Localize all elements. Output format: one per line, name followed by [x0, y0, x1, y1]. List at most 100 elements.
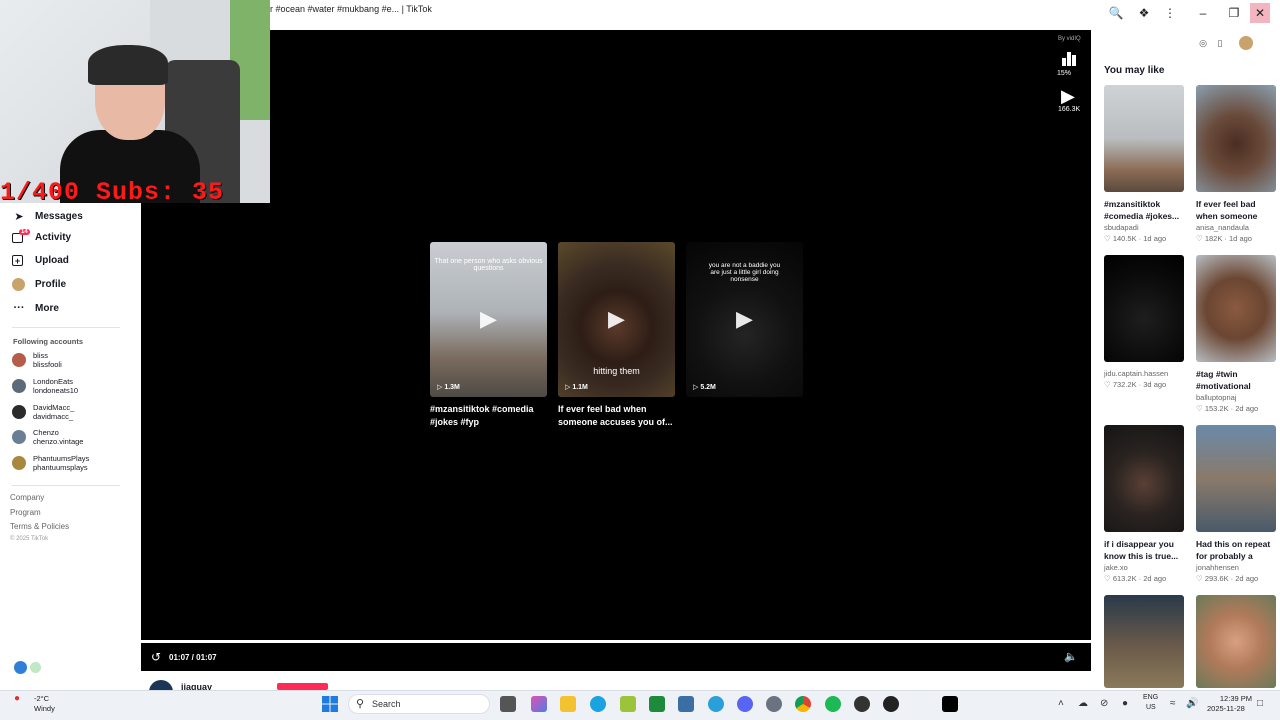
- nav-profile[interactable]: Profile: [12, 278, 66, 291]
- footer-link-company[interactable]: Company: [10, 493, 44, 502]
- notification-icon[interactable]: □: [1257, 698, 1263, 709]
- kebab-menu-icon[interactable]: ⋮: [1160, 3, 1180, 23]
- recommended-video[interactable]: if i disappear you know this is true... …: [1104, 425, 1184, 583]
- obs-icon[interactable]: [854, 696, 870, 712]
- video-title[interactable]: Had this on repeat for probably a wee...: [1196, 538, 1276, 562]
- restore-icon[interactable]: ❐: [1224, 3, 1244, 23]
- account-handle: chenzo.vintage: [33, 437, 84, 446]
- video-user[interactable]: sbudapadi: [1104, 223, 1184, 232]
- footer-link-program[interactable]: Program: [10, 508, 41, 517]
- extension-icon[interactable]: [30, 662, 41, 673]
- extension-icon[interactable]: [14, 661, 27, 674]
- input-region[interactable]: US: [1146, 704, 1156, 711]
- video-thumbnail[interactable]: [1196, 255, 1276, 362]
- nav-more[interactable]: ··· More: [12, 301, 59, 315]
- video-thumbnail[interactable]: [1196, 85, 1276, 192]
- file-explorer-icon[interactable]: [560, 696, 576, 712]
- input-language[interactable]: ENG: [1143, 694, 1158, 701]
- recommended-video[interactable]: #mzansitiktok #comedia #jokes... sbudapa…: [1104, 85, 1184, 243]
- recommended-video[interactable]: If ever feel bad when someone accuses...…: [1196, 85, 1276, 243]
- video-title[interactable]: #tag #twin #motivational: [1196, 368, 1276, 392]
- following-account[interactable]: LondonEats londoneats10: [12, 377, 78, 395]
- video-thumbnail[interactable]: [1104, 85, 1184, 192]
- settings-gear-icon[interactable]: [766, 696, 782, 712]
- tiktok-icon[interactable]: [942, 696, 958, 712]
- wifi-icon[interactable]: ≈: [1170, 698, 1176, 709]
- bar-chart-icon[interactable]: [1061, 50, 1077, 66]
- telegram-icon[interactable]: [708, 696, 724, 712]
- following-account[interactable]: bliss blissfooli: [12, 351, 62, 369]
- video-user[interactable]: anisa_nandaula: [1196, 223, 1276, 232]
- recommended-video[interactable]: jidu.captain.hassen ♡ 732.2K · 3d ago: [1104, 255, 1184, 389]
- engagement-percent: 15%: [1057, 70, 1072, 77]
- speaker-icon[interactable]: 🔊: [1186, 698, 1198, 709]
- weather-icon[interactable]: ●: [14, 693, 20, 704]
- following-account[interactable]: Chenzo chenzo.vintage: [12, 428, 83, 446]
- search-icon: ⚲: [356, 698, 365, 710]
- video-meta: ♡ 140.5K · 1d ago: [1104, 234, 1167, 243]
- network-icon[interactable]: ☁: [1078, 698, 1088, 709]
- avatar[interactable]: [1239, 36, 1253, 50]
- task-view-icon[interactable]: [500, 696, 516, 712]
- nav-messages[interactable]: ➤ Messages: [12, 209, 82, 223]
- app-icon[interactable]: [620, 696, 636, 712]
- footer-link-terms[interactable]: Terms & Policies: [10, 522, 69, 531]
- video-thumbnail[interactable]: [1104, 425, 1184, 532]
- taskbar-search[interactable]: [348, 694, 490, 714]
- phone-icon[interactable]: ▯: [1213, 36, 1227, 50]
- video-thumbnail[interactable]: you are not a baddie you are just a litt…: [686, 242, 803, 397]
- weather-condition[interactable]: Windy: [34, 704, 55, 713]
- recommended-video[interactable]: #tag #twin #motivational balluptopnaj ♡ …: [1196, 255, 1276, 413]
- media-player-icon[interactable]: [883, 696, 899, 712]
- nav-upload[interactable]: + Upload: [12, 255, 69, 266]
- video-thumbnail[interactable]: [1196, 595, 1276, 688]
- close-icon[interactable]: ✕: [1250, 3, 1270, 23]
- recommended-video[interactable]: Had this on repeat for probably a wee...…: [1196, 425, 1276, 583]
- suggested-video-card[interactable]: you are not a baddie you are just a litt…: [686, 242, 803, 403]
- compass-icon[interactable]: ◎: [1196, 36, 1210, 50]
- extensions-icon[interactable]: ❖: [1134, 3, 1154, 23]
- volume-icon[interactable]: 🔈: [1064, 650, 1078, 663]
- follow-button[interactable]: [277, 683, 328, 690]
- windows-start-icon[interactable]: [322, 696, 338, 712]
- recommended-video[interactable]: [1196, 595, 1276, 688]
- weather-temp[interactable]: -2°C: [34, 694, 49, 703]
- spotify-icon[interactable]: [825, 696, 841, 712]
- video-caption[interactable]: If ever feel bad when someone accuses yo…: [558, 403, 675, 429]
- video-title[interactable]: If ever feel bad when someone accuses...: [1196, 198, 1276, 222]
- video-thumbnail[interactable]: hitting them ▶ ▷ 1.1M: [558, 242, 675, 397]
- replay-icon[interactable]: ↺: [151, 650, 161, 664]
- video-user[interactable]: jidu.captain.hassen: [1104, 369, 1184, 378]
- video-title[interactable]: #mzansitiktok #comedia #jokes...: [1104, 198, 1184, 222]
- copilot-icon[interactable]: [531, 696, 547, 712]
- nav-activity[interactable]: 14 Activity: [12, 228, 71, 243]
- video-thumbnail[interactable]: [1104, 595, 1184, 688]
- video-thumbnail[interactable]: [1196, 425, 1276, 532]
- chrome-icon[interactable]: [795, 696, 811, 712]
- video-user[interactable]: balluptopnaj: [1196, 393, 1276, 402]
- vpn-icon[interactable]: ⊘: [1100, 698, 1108, 709]
- video-user[interactable]: jake.xo: [1104, 563, 1184, 572]
- minimize-icon[interactable]: –: [1193, 3, 1213, 23]
- video-thumbnail[interactable]: That one person who asks obvious questio…: [430, 242, 547, 397]
- following-account[interactable]: DavidMacc_ davidmacc_: [12, 403, 74, 421]
- microphone-icon[interactable]: ●: [1122, 698, 1128, 709]
- following-account[interactable]: PhantuumsPlays phantuumsplays: [12, 454, 89, 472]
- clock-time[interactable]: 12:39 PM: [1212, 694, 1252, 703]
- edge-icon[interactable]: [590, 696, 606, 712]
- zoom-icon[interactable]: 🔍: [1106, 3, 1126, 23]
- search-placeholder[interactable]: Search: [372, 699, 401, 709]
- clock-date[interactable]: 2025-11-28: [1207, 704, 1245, 713]
- video-user[interactable]: jonahhensen: [1196, 563, 1276, 572]
- suggested-video-card[interactable]: That one person who asks obvious questio…: [430, 242, 547, 429]
- notes-icon[interactable]: [678, 696, 694, 712]
- suggested-video-card[interactable]: hitting them ▶ ▷ 1.1M If ever feel bad w…: [558, 242, 675, 429]
- xbox-icon[interactable]: [649, 696, 665, 712]
- recommended-video[interactable]: [1104, 595, 1184, 688]
- video-thumbnail[interactable]: [1104, 255, 1184, 362]
- discord-icon[interactable]: [737, 696, 753, 712]
- chevron-up-icon[interactable]: ˄: [1058, 698, 1064, 709]
- play-icon[interactable]: ▶: [1061, 86, 1075, 107]
- video-caption[interactable]: #mzansitiktok #comedia #jokes #fyp: [430, 403, 547, 429]
- video-title[interactable]: if i disappear you know this is true...: [1104, 538, 1184, 562]
